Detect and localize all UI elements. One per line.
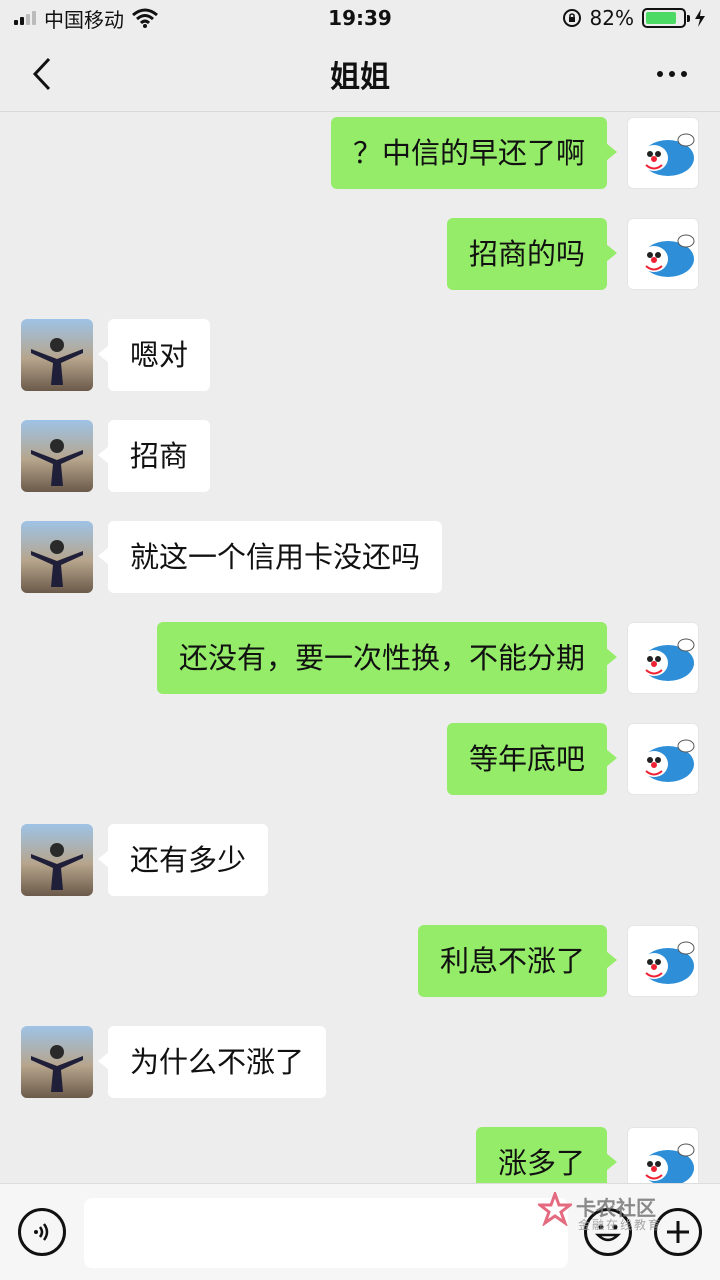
voice-icon [34,1223,49,1241]
message-bubble[interactable]: ？中信的早还了啊 [330,117,618,189]
message-bubble[interactable]: 等年底吧 [446,723,618,795]
doraemon-avatar-icon [640,638,695,681]
orientation-lock-icon [562,9,581,27]
message-incoming: 招商 [0,420,720,492]
plus-icon [667,1221,689,1243]
status-bar: 中国移动 19:39 82% [0,0,720,36]
person-avatar-icon [31,338,83,385]
chevron-left-icon [32,57,51,91]
message-bubble[interactable]: 利息不涨了 [417,925,618,997]
avatar[interactable] [21,521,93,593]
more-dots-icon [657,71,663,77]
battery-percent: 82% [589,6,634,30]
message-incoming: 就这一个信用卡没还吗 [0,521,720,593]
message-list[interactable]: ？中信的早还了啊 招商的吗 嗯对 招商 就这一个信用卡没还吗 还没有，要一次性换… [0,113,720,1183]
doraemon-avatar-icon [640,941,695,984]
message-outgoing: ？中信的早还了啊 [0,117,720,189]
message-bubble[interactable]: 还没有，要一次性换，不能分期 [156,622,618,694]
person-avatar-icon [31,439,83,486]
back-button[interactable] [24,54,60,94]
chat-title: 姐姐 [330,59,390,95]
avatar[interactable] [627,1127,699,1183]
avatar[interactable] [627,925,699,997]
message-bubble[interactable]: 还有多少 [97,824,269,896]
emoji-icon [594,1224,622,1242]
message-bubble[interactable]: 为什么不涨了 [97,1026,327,1098]
charging-icon [695,9,705,27]
wifi-icon [132,8,158,28]
avatar[interactable] [21,824,93,896]
avatar[interactable] [627,117,699,189]
message-bubble[interactable]: 涨多了 [475,1127,618,1183]
doraemon-avatar-icon [640,1143,695,1183]
message-incoming: 还有多少 [0,824,720,896]
person-avatar-icon [31,843,83,890]
battery-fill [646,12,676,24]
message-outgoing: 等年底吧 [0,723,720,795]
avatar[interactable] [627,622,699,694]
message-outgoing: 还没有，要一次性换，不能分期 [0,622,720,694]
avatar[interactable] [21,1026,93,1098]
input-bar [0,1183,720,1280]
message-outgoing: 利息不涨了 [0,925,720,997]
avatar[interactable] [627,723,699,795]
status-left: 中国移动 [14,4,158,33]
message-incoming: 为什么不涨了 [0,1026,720,1098]
signal-icon [14,11,36,25]
more-button[interactable] [652,56,692,92]
message-outgoing: 涨多了 [0,1127,720,1183]
avatar[interactable] [627,218,699,290]
message-outgoing: 招商的吗 [0,218,720,290]
doraemon-avatar-icon [640,133,695,176]
avatar[interactable] [21,420,93,492]
voice-button[interactable] [18,1208,66,1256]
emoji-button[interactable] [584,1208,632,1256]
message-bubble[interactable]: 就这一个信用卡没还吗 [97,521,443,593]
doraemon-avatar-icon [640,234,695,277]
nav-bar: 姐姐 [0,36,720,112]
person-avatar-icon [31,540,83,587]
person-avatar-icon [31,1045,83,1092]
message-incoming: 嗯对 [0,319,720,391]
plus-button[interactable] [654,1208,702,1256]
battery-icon [642,8,690,28]
message-input[interactable] [84,1198,568,1268]
carrier-label: 中国移动 [44,7,124,32]
message-bubble[interactable]: 招商的吗 [446,218,618,290]
message-bubble[interactable]: 招商 [97,420,211,492]
status-right: 82% [562,6,706,30]
avatar[interactable] [21,319,93,391]
doraemon-avatar-icon [640,739,695,782]
message-bubble[interactable]: 嗯对 [97,319,211,391]
